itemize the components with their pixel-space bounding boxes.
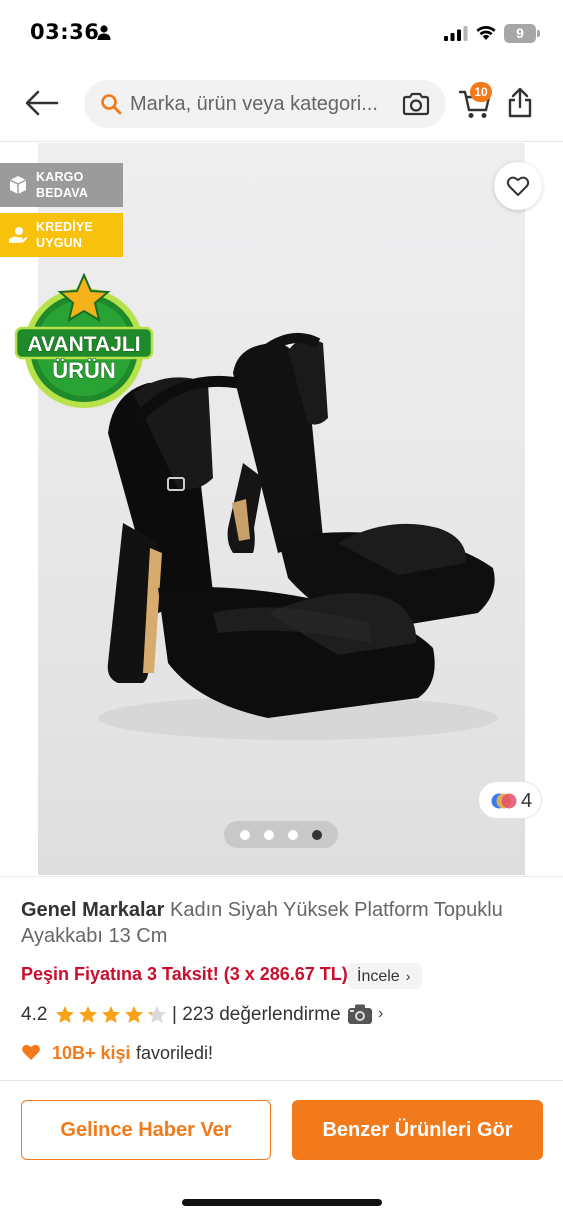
star-icon: [102, 1006, 120, 1023]
camera-search-icon[interactable]: [402, 92, 430, 116]
inspect-installment-button[interactable]: İncele ›: [348, 963, 423, 989]
star-icon: [79, 1006, 97, 1023]
hand-coin-icon: [9, 227, 28, 243]
status-bar: 03:36 9: [0, 0, 563, 64]
free-shipping-label: KARGO BEDAVA: [36, 170, 89, 200]
signal-icon: [444, 26, 468, 41]
seal-line-2: ÜRÜN: [52, 358, 116, 383]
wifi-icon: [476, 25, 496, 40]
inspect-label: İncele: [357, 968, 400, 985]
advantageous-product-seal: AVANTAJLI ÜRÜN: [14, 273, 154, 408]
photo-review-icon: [348, 1004, 372, 1024]
battery-tip: [537, 30, 540, 37]
divider: [0, 1080, 563, 1081]
see-similar-products-button[interactable]: Benzer Ürünleri Gör: [292, 1100, 543, 1160]
product-title: Genel Markalar Kadın Siyah Yüksek Platfo…: [21, 897, 541, 949]
search-input[interactable]: [130, 80, 400, 128]
chevron-right-icon: ›: [405, 968, 411, 984]
product-brand[interactable]: Genel Markalar: [21, 899, 164, 921]
review-count[interactable]: | 223 değerlendirme: [172, 1004, 341, 1026]
rating-stars[interactable]: [55, 1005, 167, 1025]
variant-count: 4: [521, 790, 533, 812]
color-variants-chip[interactable]: 4: [478, 781, 542, 819]
pagination-dot[interactable]: [264, 830, 274, 840]
pagination-dot[interactable]: [288, 830, 298, 840]
home-indicator: [182, 1199, 382, 1206]
seal-line-1: AVANTAJLI: [27, 333, 140, 356]
star-half-icon: [148, 1006, 166, 1023]
heart-filled-icon: [22, 1044, 40, 1060]
back-shoe: [227, 333, 495, 631]
installment-info: Peşin Fiyatına 3 Taksit! (3 x 286.67 TL): [21, 964, 348, 984]
search-bar[interactable]: [84, 80, 446, 128]
app-header: 10: [0, 64, 563, 142]
battery-icon: 9: [504, 24, 540, 43]
favorite-button[interactable]: [494, 162, 542, 210]
cart-count-badge: 10: [470, 82, 492, 102]
back-arrow-icon[interactable]: [24, 88, 60, 118]
notify-when-available-button[interactable]: Gelince Haber Ver: [21, 1100, 271, 1160]
pagination-dot[interactable]: [240, 830, 250, 840]
credit-eligible-badge: KREDİYE UYGUN: [0, 213, 123, 257]
product-info: Genel Markalar Kadın Siyah Yüksek Platfo…: [0, 876, 563, 1080]
person-icon: [97, 25, 111, 40]
image-pagination: [224, 821, 338, 848]
pagination-dot-active[interactable]: [312, 830, 322, 840]
product-gallery[interactable]: KARGO BEDAVA KREDİYE UYGUN AVANTAJLI ÜRÜ…: [0, 143, 563, 875]
free-shipping-badge: KARGO BEDAVA: [0, 163, 123, 207]
favorites-suffix: favoriledi!: [136, 1043, 214, 1063]
share-icon[interactable]: [507, 86, 533, 118]
star-icon: [125, 1006, 143, 1023]
heart-outline-icon: [506, 176, 530, 196]
search-icon: [101, 94, 122, 115]
status-time: 03:36: [30, 20, 100, 44]
rating-value: 4.2: [21, 1004, 48, 1025]
favorites-count: 10B+ kişi: [52, 1043, 131, 1063]
package-icon: [9, 176, 27, 194]
star-icon: [56, 1006, 74, 1023]
color-variants-icon: [491, 793, 517, 809]
chevron-right-icon[interactable]: ›: [378, 1005, 383, 1023]
battery-level: 9: [504, 24, 536, 43]
credit-eligible-label: KREDİYE UYGUN: [36, 220, 93, 250]
